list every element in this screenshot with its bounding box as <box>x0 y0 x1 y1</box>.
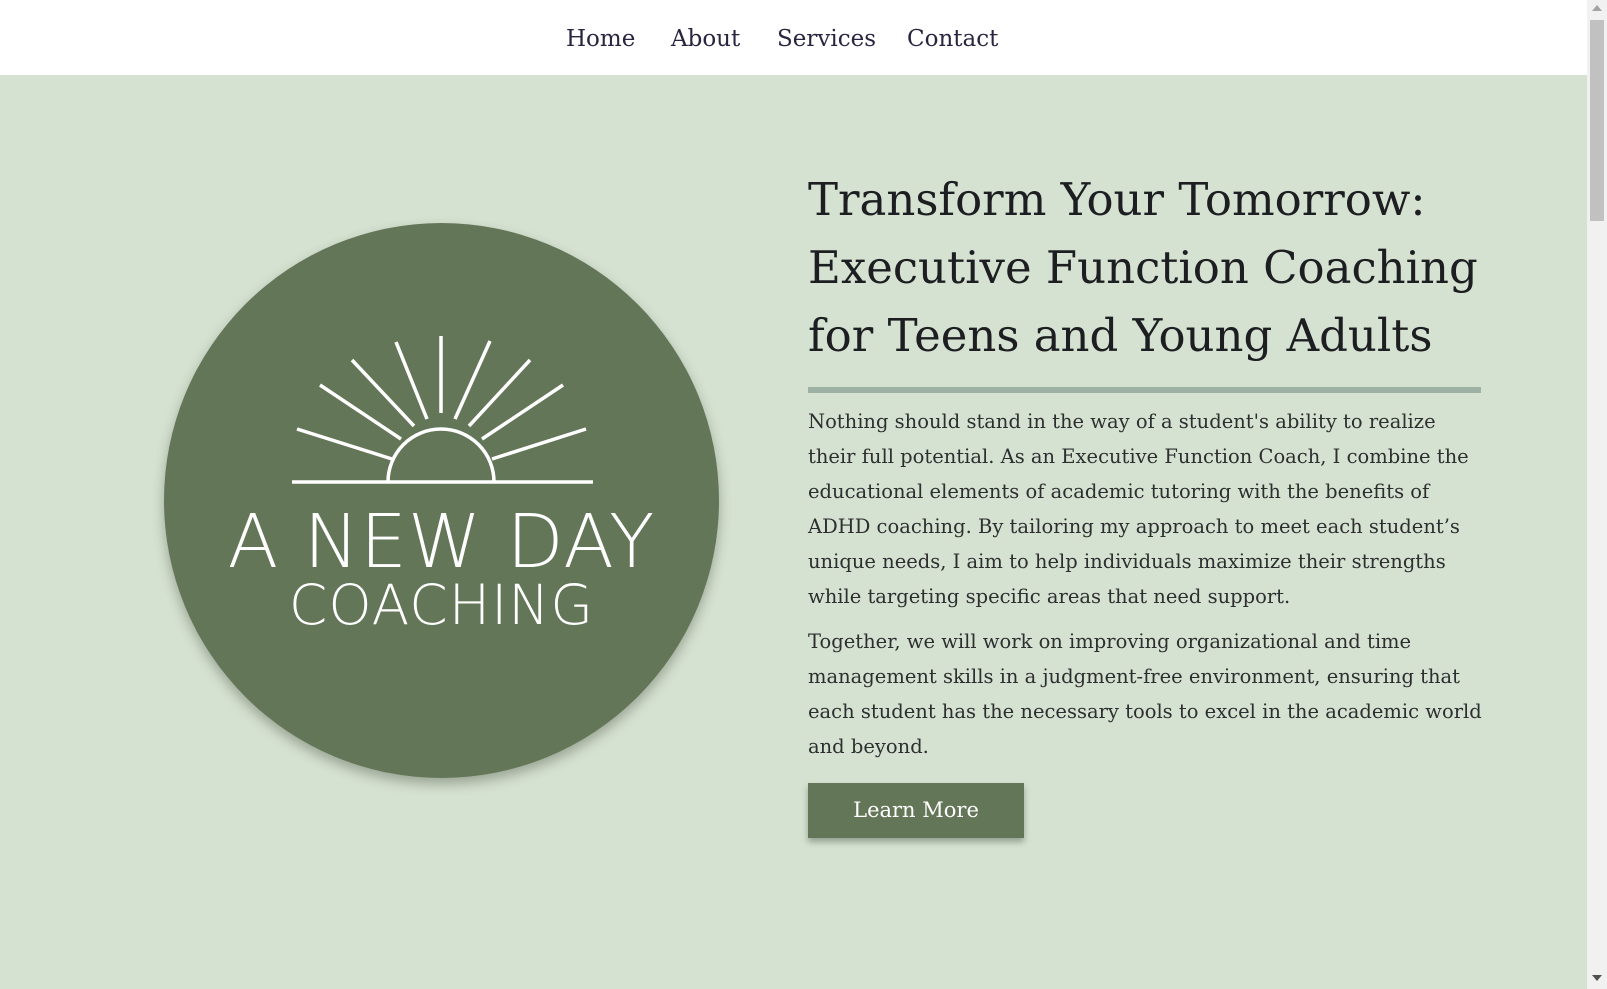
top-nav: Home About Services Contact <box>0 0 1587 75</box>
nav-home-link[interactable]: Home <box>566 24 635 54</box>
logo: A NEW DAY COACHING <box>164 223 719 778</box>
learn-more-button[interactable]: Learn More <box>808 783 1024 838</box>
vertical-scrollbar[interactable] <box>1587 0 1607 989</box>
page: Home About Services Contact A NEW DAY CO… <box>0 0 1607 989</box>
scrollbar-thumb[interactable] <box>1590 20 1604 221</box>
nav-contact-link[interactable]: Contact <box>907 24 998 54</box>
headline-divider <box>808 387 1481 393</box>
logo-title: A NEW DAY <box>227 499 656 585</box>
nav-about-link[interactable]: About <box>671 24 740 54</box>
intro-paragraph: Nothing should stand in the way of a stu… <box>808 410 1469 608</box>
intro-paragraph-2: Together, we will work on improving orga… <box>808 630 1482 758</box>
hero-headline: Transform Your Tomorrow: Executive Funct… <box>808 173 1478 362</box>
scroll-down-arrow-icon[interactable] <box>1592 975 1602 981</box>
logo-subtitle: COACHING <box>288 573 595 637</box>
nav-services-link[interactable]: Services <box>777 24 876 54</box>
scroll-up-arrow-icon[interactable] <box>1592 5 1602 11</box>
